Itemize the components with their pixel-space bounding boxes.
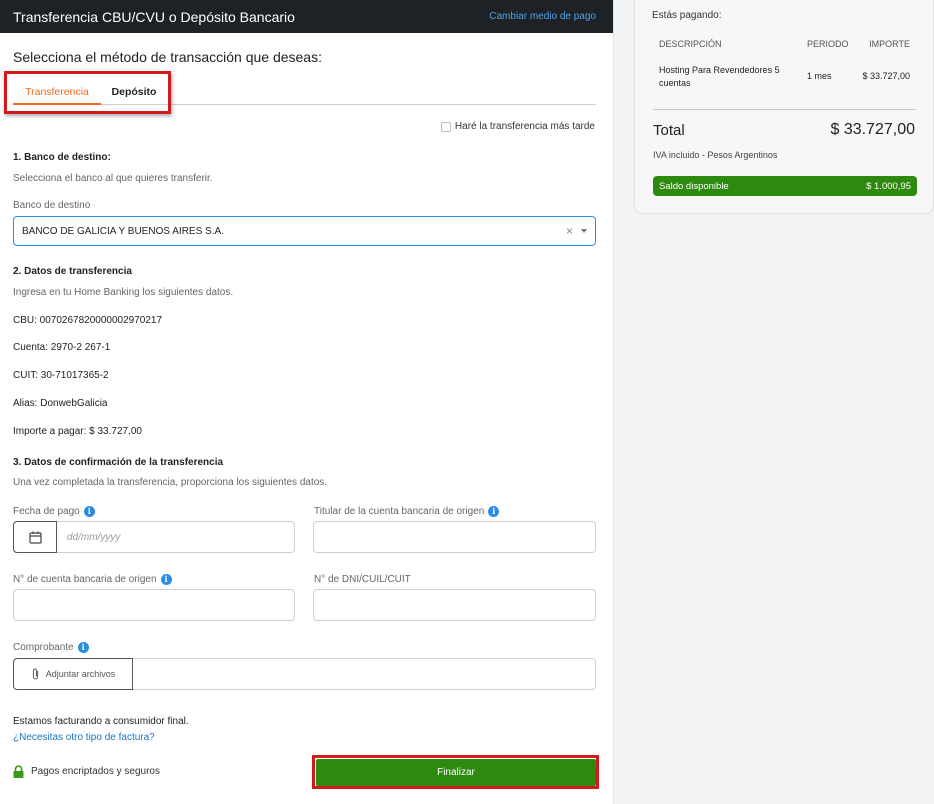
finalize-button[interactable]: Finalizar	[316, 759, 596, 786]
comprobante-field: Adjuntar archivos	[13, 658, 596, 690]
fecha-input[interactable]: dd/mm/yyyy	[57, 522, 294, 552]
summary-item-amount: $ 33.727,00	[862, 71, 910, 81]
bank-select-value: BANCO DE GALICIA Y BUENOS AIRES S.A.	[22, 225, 224, 237]
info-icon[interactable]: i	[83, 506, 95, 517]
info-icon[interactable]: i	[77, 642, 89, 653]
tab-deposito[interactable]: Depósito	[101, 82, 167, 105]
panel-header: Transferencia CBU/CVU o Depósito Bancari…	[0, 0, 613, 33]
summary-header-desc: DESCRIPCIÓN	[659, 39, 722, 49]
summary-item-desc-line2: cuentas	[659, 78, 691, 88]
payment-panel: Transferencia CBU/CVU o Depósito Bancari…	[0, 0, 614, 804]
total-value: $ 33.727,00	[830, 121, 915, 138]
balance-label: Saldo disponible	[659, 180, 729, 192]
transfer-later-checkbox[interactable]	[440, 121, 451, 132]
dni-input[interactable]	[313, 589, 596, 621]
cuenta-origen-input[interactable]	[13, 589, 295, 621]
summary-item-desc: Hosting Para Revendedores 5 cuentas	[659, 64, 780, 90]
method-tabs: Transferencia Depósito	[13, 82, 596, 105]
section2-desc: Ingresa en tu Home Banking los siguiente…	[13, 287, 234, 298]
summary-paying-label: Estás pagando:	[652, 10, 722, 21]
alias-value: Alias: DonwebGalicia	[13, 398, 108, 409]
comprobante-label: Comprobante i	[13, 642, 89, 653]
importe-value: Importe a pagar: $ 33.727,00	[13, 426, 142, 437]
tab-transferencia[interactable]: Transferencia	[13, 82, 101, 105]
summary-item-period: 1 mes	[807, 71, 832, 81]
titular-label-text: Titular de la cuenta bancaria de origen	[314, 506, 485, 517]
secure-text: Pagos encriptados y seguros	[31, 766, 160, 777]
attach-files-label: Adjuntar archivos	[45, 669, 116, 679]
summary-divider	[653, 109, 916, 110]
titular-input[interactable]	[313, 521, 596, 553]
section2-title: 2. Datos de transferencia	[13, 266, 132, 277]
fecha-label: Fecha de pago i	[13, 506, 95, 517]
titular-label: Titular de la cuenta bancaria de origen …	[314, 506, 500, 517]
cuit-value: CUIT: 30-71017365-2	[13, 370, 109, 381]
bank-select[interactable]: BANCO DE GALICIA Y BUENOS AIRES S.A. ×	[13, 216, 596, 246]
balance-value: $ 1.000,95	[866, 180, 911, 192]
summary-header-period: PERIODO	[807, 39, 849, 49]
total-label: Total	[653, 122, 685, 139]
available-balance: Saldo disponible $ 1.000,95	[653, 176, 917, 196]
section1-title: 1. Banco de destino:	[13, 152, 111, 163]
calendar-icon	[28, 531, 42, 544]
bank-field-label: Banco de destino	[13, 200, 91, 211]
info-icon[interactable]: i	[160, 574, 172, 585]
transfer-later-label: Haré la transferencia más tarde	[454, 121, 595, 132]
clear-icon[interactable]: ×	[566, 224, 573, 238]
section3-title: 3. Datos de confirmación de la transfere…	[13, 457, 224, 468]
dni-label: N° de DNI/CUIL/CUIT	[314, 574, 411, 585]
iva-note: IVA incluido - Pesos Argentinos	[653, 150, 778, 160]
change-payment-link[interactable]: Cambiar medio de pago	[489, 11, 596, 22]
summary-item-desc-line1: Hosting Para Revendedores 5	[659, 65, 780, 75]
order-summary-card: Estás pagando: DESCRIPCIÓN PERIODO IMPOR…	[634, 0, 934, 214]
chevron-down-icon[interactable]	[581, 229, 587, 233]
cuenta-origen-label-text: N° de cuenta bancaria de origen	[13, 574, 157, 585]
secure-payments: Pagos encriptados y seguros	[13, 765, 160, 778]
lock-icon	[13, 765, 24, 778]
fecha-field: dd/mm/yyyy	[13, 521, 295, 553]
summary-header-amount: IMPORTE	[869, 39, 910, 49]
billing-text: Estamos facturando a consumidor final.	[13, 716, 189, 727]
invoice-type-link[interactable]: ¿Necesitas otro tipo de factura?	[13, 732, 155, 743]
method-subtitle: Selecciona el método de transacción que …	[13, 49, 322, 65]
attach-files-button[interactable]: Adjuntar archivos	[13, 658, 133, 690]
section1-desc: Selecciona el banco al que quieres trans…	[13, 173, 213, 184]
comprobante-label-text: Comprobante	[13, 642, 74, 653]
cuenta-value: Cuenta: 2970-2 267-1	[13, 342, 111, 353]
calendar-button[interactable]	[13, 521, 57, 553]
transfer-later-option[interactable]: Haré la transferencia más tarde	[440, 121, 595, 132]
cbu-value: CBU: 0070267820000002970217	[13, 315, 163, 326]
fecha-label-text: Fecha de pago	[13, 506, 80, 517]
section3-desc: Una vez completada la transferencia, pro…	[13, 477, 328, 488]
panel-title: Transferencia CBU/CVU o Depósito Bancari…	[13, 8, 295, 25]
info-icon[interactable]: i	[488, 506, 500, 517]
paperclip-icon	[32, 668, 38, 680]
cuenta-origen-label: N° de cuenta bancaria de origen i	[13, 574, 172, 585]
